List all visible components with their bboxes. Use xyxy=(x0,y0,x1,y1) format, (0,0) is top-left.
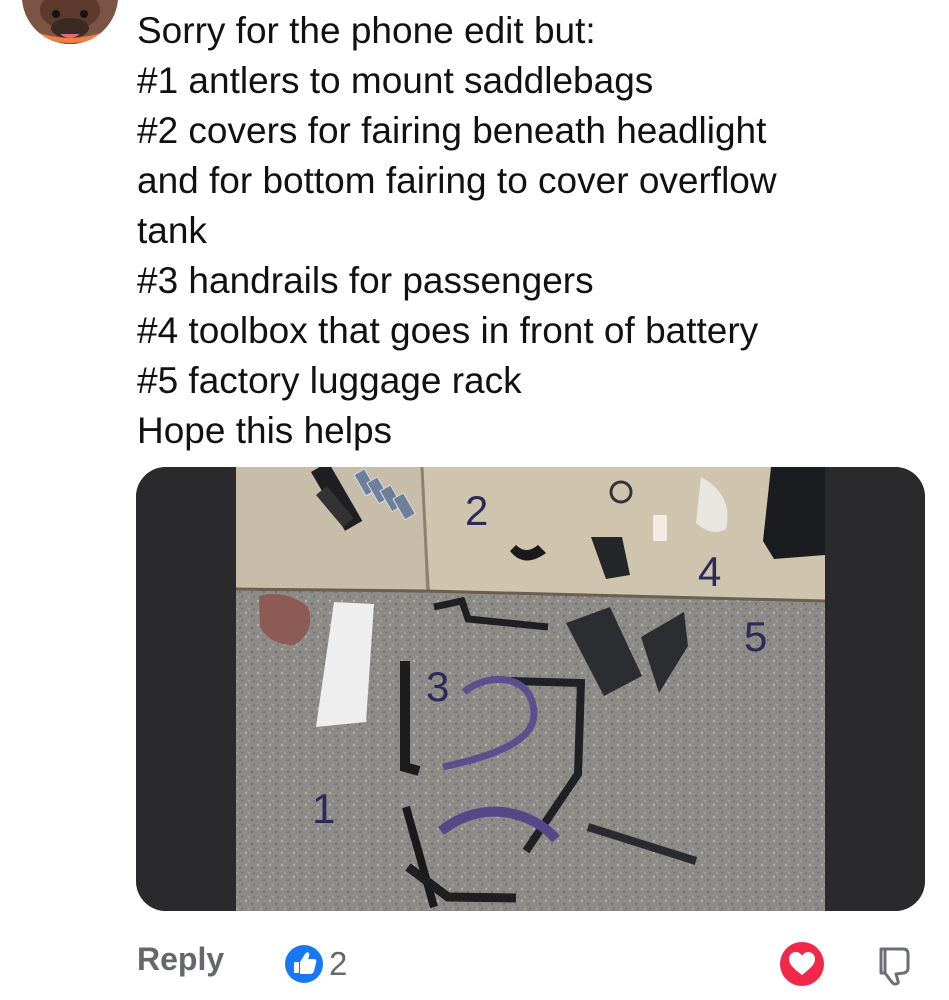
thumbs-down-icon[interactable] xyxy=(873,944,915,986)
comment-text: Sorry for the phone edit but: #1 antlers… xyxy=(137,6,927,456)
like-count: 2 xyxy=(329,945,348,982)
comment-line: #2 covers for fairing beneath headlight xyxy=(137,110,767,151)
comment-line: tank xyxy=(137,210,207,251)
dog-avatar-icon xyxy=(22,0,118,44)
photo-label-2: 2 xyxy=(465,487,489,534)
comment-line: Hope this helps xyxy=(137,410,393,451)
thumbs-up-icon xyxy=(285,945,323,983)
motorcycle-parts-photo xyxy=(136,467,925,911)
photo-label-4: 4 xyxy=(698,548,722,595)
reply-button[interactable]: Reply xyxy=(137,941,224,978)
comment-line: #1 antlers to mount saddlebags xyxy=(137,60,654,101)
comment-actions: Reply 2 xyxy=(0,935,949,995)
comment-line: #5 factory luggage rack xyxy=(137,360,522,401)
comment-photo[interactable]: 1 2 3 4 5 xyxy=(136,467,925,911)
comment-line: Sorry for the phone edit but: xyxy=(137,10,596,51)
comment-line: #4 toolbox that goes in front of battery xyxy=(137,310,759,351)
comment-line: #3 handrails for passengers xyxy=(137,260,594,301)
photo-label-1: 1 xyxy=(312,785,336,832)
heart-icon[interactable] xyxy=(780,942,824,986)
avatar[interactable] xyxy=(22,0,118,44)
comment-line: and for bottom fairing to cover overflow xyxy=(137,160,777,201)
photo-label-5: 5 xyxy=(744,613,768,660)
photo-label-3: 3 xyxy=(426,663,450,710)
like-count-badge[interactable]: 2 xyxy=(285,944,347,984)
